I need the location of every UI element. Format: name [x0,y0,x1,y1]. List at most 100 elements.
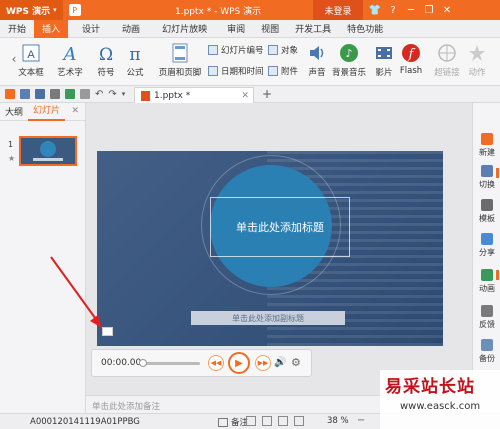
restore-icon[interactable]: ❐ [420,5,438,16]
tab-review[interactable]: 审阅 [219,20,253,38]
task-template[interactable]: 模板 [473,199,500,224]
media-insert-icon[interactable] [102,327,113,336]
preview-icon[interactable] [80,89,90,99]
music-note-icon: ♪ [338,42,360,64]
tab-outline[interactable]: 大纲 [0,105,28,118]
action-label: 动作 [468,68,486,78]
chevron-down-icon: ▾ [53,6,57,14]
normal-view-icon[interactable] [246,416,256,426]
symbol-button[interactable]: Ω 符号 [94,42,118,78]
open-folder-icon[interactable] [5,89,15,99]
minimize-icon[interactable]: ─ [402,5,420,16]
paperclip-icon [268,66,278,76]
movie-button[interactable]: 影片 [372,42,396,78]
help-icon[interactable]: ? [384,5,402,16]
action-button[interactable]: 动作 [464,42,490,78]
slide-number-button[interactable]: 幻灯片编号 [208,44,264,56]
globe-link-icon [436,42,458,64]
calendar-icon [208,66,218,76]
share-icon [481,233,493,245]
customize-dropdown-icon[interactable]: ▾ [122,90,126,98]
zoom-out-icon[interactable]: − [357,415,365,426]
slide-number-label: 幻灯片编号 [221,46,264,56]
gear-icon[interactable]: ⚙ [291,356,301,369]
animation-star-icon: ★ [8,154,16,163]
volume-icon[interactable]: 🔊 [274,357,286,368]
tab-view[interactable]: 视图 [253,20,287,38]
title-placeholder[interactable]: 单击此处添加标题 [210,197,350,257]
export-icon[interactable] [65,89,75,99]
task-feedback-label: 反馈 [479,320,495,329]
attachment-button[interactable]: 附件 [268,65,298,77]
tab-slides[interactable]: 幻灯片 [28,103,66,121]
close-icon[interactable]: ✕ [438,5,456,16]
art-text-icon: A [59,42,81,65]
object-label: 对象 [281,46,299,56]
task-new-label: 新建 [479,148,495,157]
art-text-label: 艺术字 [57,68,83,78]
sorter-view-icon[interactable] [262,416,272,426]
document-icon[interactable]: P [68,4,81,16]
app-menu-button[interactable]: WPS 演示 ▾ [0,0,63,20]
ribbon: ‹ A 文本框 A 艺术字 Ω 符号 π 公式 页眉和页脚 幻灯片编号 日期和时… [0,38,500,86]
slideshow-view-icon[interactable] [294,416,304,426]
zoom-level[interactable]: 38 % [327,416,349,426]
slide-thumbnail[interactable] [19,136,77,166]
undo-icon[interactable]: ↶ [95,89,103,100]
media-progress-knob[interactable] [139,359,147,367]
status-file-id: A000120141119A01PPBG [30,416,140,427]
tab-features[interactable]: 特色功能 [339,20,391,38]
play-button[interactable]: ▶ [228,352,250,374]
shirt-skin-icon[interactable]: 👕 [366,5,384,16]
tab-design[interactable]: 设计 [74,20,108,38]
date-time-button[interactable]: 日期和时间 [208,65,264,77]
object-button[interactable]: 对象 [268,44,298,56]
redo-icon[interactable]: ↷ [108,89,116,100]
task-feedback[interactable]: 反馈 [473,305,500,330]
task-template-label: 模板 [479,214,495,223]
fast-forward-button[interactable]: ▶▶ [255,355,271,371]
tab-insert[interactable]: 插入 [34,19,69,38]
new-file-icon[interactable] [20,89,30,99]
file-tab[interactable]: 1.pptx * ✕ [134,87,254,103]
task-new[interactable]: 新建 [473,133,500,158]
art-text-button[interactable]: A 艺术字 [52,42,88,78]
notes-toggle[interactable]: 备注 [218,416,248,428]
flash-button[interactable]: f Flash [396,42,426,76]
svg-text:A: A [27,49,35,61]
panel-marker [496,168,499,178]
movie-label: 影片 [375,68,393,78]
flash-icon: f [400,42,422,64]
task-share[interactable]: 分享 [473,233,500,258]
save-icon[interactable] [35,89,45,99]
login-button[interactable]: 未登录 [313,0,363,20]
tab-animation[interactable]: 动画 [114,20,148,38]
pi-icon: π [124,42,146,65]
tab-home[interactable]: 开始 [0,20,34,38]
rewind-button[interactable]: ◀◀ [208,355,224,371]
template-icon [481,199,493,211]
print-icon[interactable] [50,89,60,99]
media-progress-track[interactable] [142,362,200,365]
app-label: WPS 演示 [6,6,51,17]
media-player: 00:00.00 ◀◀ ▶ ▶▶ 🔊 ⚙ [91,349,312,377]
formula-button[interactable]: π 公式 [123,42,147,78]
hyperlink-button[interactable]: 超链接 [432,42,462,78]
close-panel-icon[interactable]: ✕ [71,106,79,116]
textbox-button[interactable]: A 文本框 [14,42,48,78]
new-tab-icon[interactable]: + [262,87,272,101]
reading-view-icon[interactable] [278,416,288,426]
tab-slideshow[interactable]: 幻灯片放映 [154,20,215,38]
task-backup[interactable]: 备份 [473,339,500,364]
header-footer-button[interactable]: 页眉和页脚 [157,42,203,78]
task-transition-label: 切换 [479,180,495,189]
window-title: 1.pptx * - WPS 演示 [175,7,262,17]
textbox-icon: A [20,42,42,64]
subtitle-placeholder[interactable]: 单击此处添加副标题 [191,311,345,325]
close-tab-icon[interactable]: ✕ [241,91,249,101]
tab-developer[interactable]: 开发工具 [287,20,339,38]
bg-music-button[interactable]: ♪ 背景音乐 [331,42,367,78]
slide[interactable]: 单击此处添加标题 单击此处添加副标题 [97,151,443,346]
svg-text:Ω: Ω [99,45,113,64]
sound-button[interactable]: 声音 [305,42,329,78]
